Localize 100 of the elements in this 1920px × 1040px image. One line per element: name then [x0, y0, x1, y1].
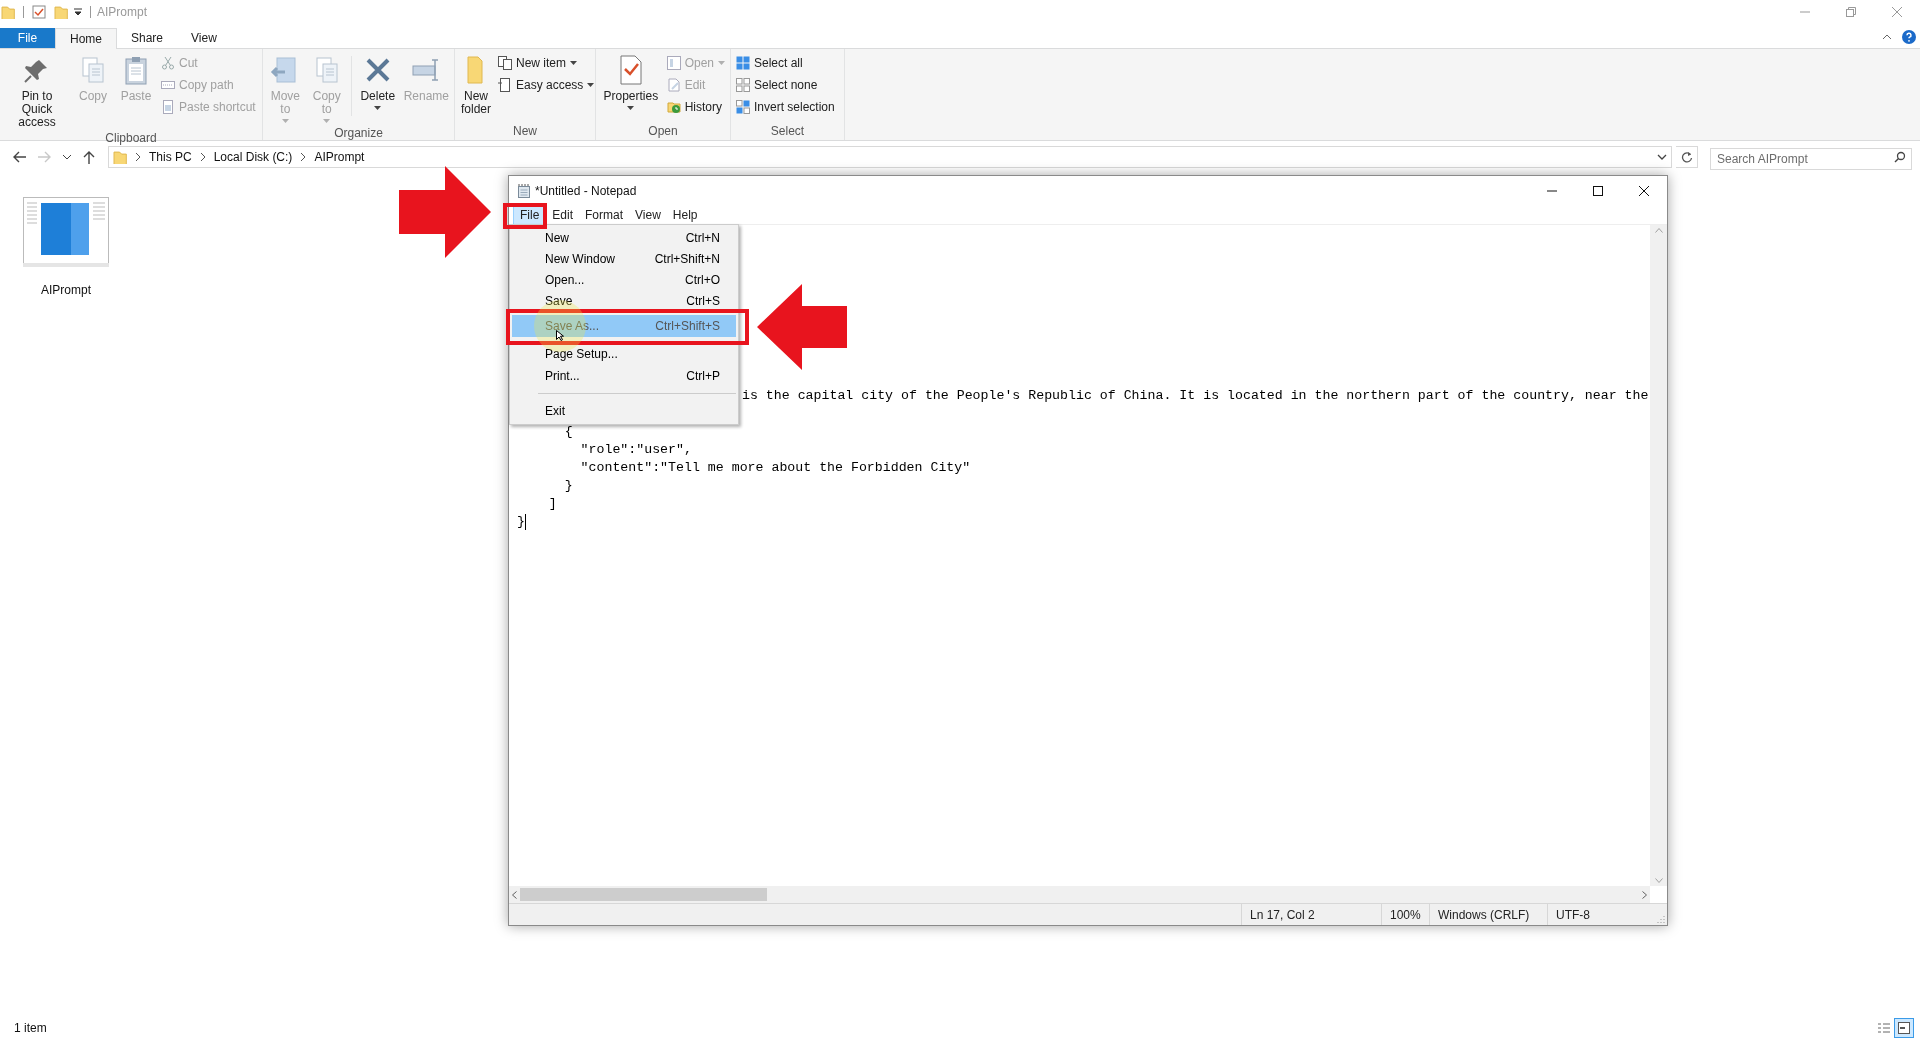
text-line: "role":"user", — [579, 441, 692, 459]
highlight-frame — [503, 203, 547, 229]
ribbon-button[interactable]: New folder — [460, 54, 492, 116]
menu-item[interactable]: Page Setup... — [512, 343, 736, 365]
back-arrow-icon — [12, 150, 26, 164]
shortcut-icon — [161, 100, 175, 114]
ribbon-tab[interactable]: Home — [55, 28, 117, 49]
window-title: *Untitled - Notepad — [535, 182, 637, 200]
text-line: ] — [547, 495, 557, 513]
document-entry[interactable]: AIPrompt — [18, 197, 114, 299]
address-bar[interactable]: This PC Local Disk (C:) AIPrompt — [108, 146, 1672, 168]
open-icon — [666, 56, 681, 70]
new-item-icon — [498, 56, 512, 70]
mouse-pointer-icon — [556, 330, 564, 341]
scroll-right-icon — [1642, 890, 1647, 899]
search-field[interactable]: Search AIPrompt — [1710, 148, 1912, 170]
maximize-icon — [1593, 185, 1603, 196]
caret-icon — [627, 105, 635, 110]
folder-icon — [113, 150, 127, 164]
menu-item[interactable]: Save Ctrl+S — [512, 290, 736, 311]
text-line: } — [517, 513, 525, 531]
document-thumbnail-icon — [23, 197, 109, 267]
menu-item[interactable]: Format — [579, 204, 630, 225]
collapse-ribbon-icon[interactable] — [1882, 33, 1892, 41]
ribbon-button[interactable]: Invert selection — [736, 98, 835, 116]
menu-item[interactable]: New Ctrl+N — [512, 227, 736, 248]
vertical-scrollbar[interactable] — [1650, 225, 1667, 886]
breadcrumb-item[interactable]: This PC — [149, 148, 192, 166]
breadcrumb-item[interactable]: Local Disk (C:) — [213, 148, 293, 166]
history-icon — [666, 100, 681, 114]
chevron-icon — [300, 153, 307, 161]
cursor-position: Ln 17, Col 2 — [1250, 906, 1315, 924]
close-icon — [1892, 7, 1902, 17]
select-all-icon — [736, 56, 750, 70]
dropdown-icon[interactable] — [1657, 153, 1667, 161]
chevron-icon — [199, 153, 206, 161]
group-label: New — [512, 123, 538, 140]
resize-grip-icon — [1655, 913, 1665, 923]
refresh-icon — [1680, 151, 1693, 163]
text-line: { — [563, 423, 573, 441]
scrollbar-thumb[interactable] — [520, 888, 767, 901]
ribbon-button[interactable]: History — [666, 98, 725, 116]
path-icon — [161, 78, 175, 92]
checkmark-document-icon[interactable] — [32, 5, 46, 19]
menu-item[interactable]: Edit — [546, 204, 580, 225]
file-name: AIPrompt — [41, 282, 91, 299]
chevron-icon — [135, 153, 141, 161]
list-icon — [1878, 1022, 1890, 1034]
ribbon-tab[interactable]: Share — [117, 27, 178, 48]
forward-arrow-icon — [38, 150, 52, 164]
horizontal-scrollbar[interactable] — [509, 886, 1650, 903]
group-label: Open — [647, 123, 679, 140]
close-icon — [1639, 185, 1649, 196]
preview-icon — [1898, 1022, 1910, 1034]
ribbon-tab[interactable]: View — [177, 27, 231, 48]
edit-icon — [666, 78, 681, 92]
window-title: AIPrompt — [97, 4, 147, 21]
dropdown-icon[interactable] — [72, 7, 84, 17]
menu-item[interactable]: Save As... Ctrl+Shift+S — [512, 315, 736, 337]
help-icon[interactable] — [1902, 30, 1916, 44]
text-line: is the capital city of the People's Republic of China. It is located in the northern part of the country, near the — [742, 387, 1649, 405]
restore-icon — [1846, 7, 1856, 17]
up-arrow-icon — [82, 150, 96, 164]
ribbon-button[interactable]: Easy access — [498, 76, 595, 94]
item-count: 1 item — [14, 1020, 47, 1037]
line-ending: Windows (CRLF) — [1438, 906, 1530, 924]
scroll-left-icon — [512, 890, 517, 899]
menu-item[interactable]: Exit — [512, 400, 736, 422]
menu-item[interactable]: Print... Ctrl+P — [512, 365, 736, 387]
caret-icon — [718, 61, 725, 65]
ribbon-tab[interactable]: File — [0, 28, 55, 48]
menu-item[interactable]: New Window Ctrl+Shift+N — [512, 248, 736, 269]
ribbon-button[interactable]: Select none — [736, 76, 835, 94]
group-label: Organize — [333, 125, 384, 142]
text-line: "content":"Tell me more about the Forbidden City" — [579, 459, 971, 477]
ribbon-button[interactable]: Properties — [601, 54, 661, 111]
ribbon-button[interactable]: New item — [498, 54, 595, 72]
menu-item[interactable]: Open... Ctrl+O — [512, 269, 736, 290]
text-line: } — [563, 477, 573, 495]
refresh-button[interactable] — [1676, 146, 1698, 168]
caret-icon — [323, 118, 331, 123]
ribbon-button[interactable]: Select all — [736, 54, 835, 72]
select-none-icon — [736, 78, 750, 92]
folder-icon — [1, 5, 15, 19]
scroll-down-icon — [1654, 878, 1663, 883]
easy-access-icon — [498, 78, 512, 92]
invert-selection-icon — [736, 100, 750, 114]
breadcrumb-item[interactable]: AIPrompt — [314, 148, 365, 166]
zoom-level: 100% — [1390, 906, 1421, 924]
ribbon-button[interactable]: Delete — [357, 54, 398, 111]
menu-item[interactable]: View — [629, 204, 667, 225]
scissors-icon — [161, 56, 175, 70]
search-icon — [1894, 151, 1906, 163]
ribbon-button[interactable]: Pin to Quick access — [5, 54, 69, 129]
encoding: UTF-8 — [1556, 906, 1590, 924]
caret-icon — [570, 61, 577, 65]
menu-item[interactable]: Help — [666, 204, 704, 225]
group-label: Clipboard — [104, 130, 158, 147]
text-cursor — [524, 514, 526, 530]
large-icons-view-button[interactable] — [1894, 1018, 1914, 1038]
